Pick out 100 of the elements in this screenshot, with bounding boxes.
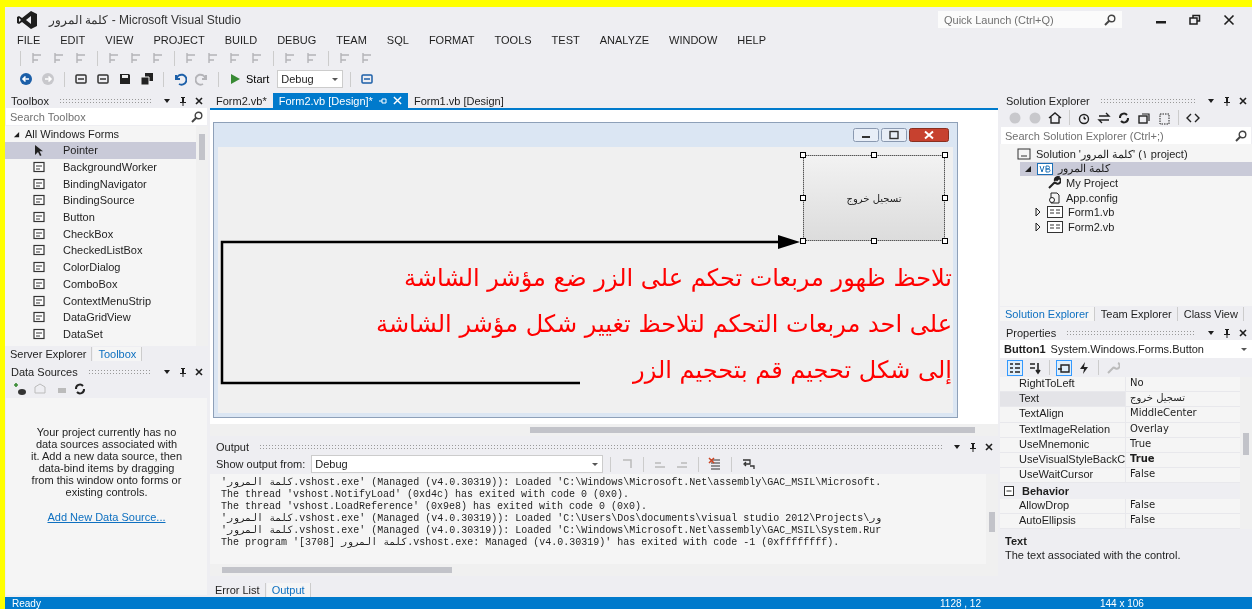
panel-tab[interactable]: Toolbox xyxy=(93,346,143,361)
property-name[interactable]: TextImageRelation xyxy=(1000,422,1126,438)
menu-item[interactable]: TEST xyxy=(551,34,580,46)
resize-handle[interactable] xyxy=(800,195,806,201)
object-selector[interactable]: Button1 System.Windows.Forms.Button xyxy=(1000,340,1252,358)
resize-handle[interactable] xyxy=(800,152,806,158)
undo-icon[interactable] xyxy=(173,72,187,86)
resize-handle[interactable] xyxy=(800,238,806,244)
menu-item[interactable]: HELP xyxy=(737,34,767,46)
panel-tab[interactable]: Class View xyxy=(1178,306,1244,321)
pin-icon[interactable] xyxy=(968,441,978,452)
close-icon[interactable] xyxy=(194,95,204,106)
menu-item[interactable]: VIEW xyxy=(105,34,134,46)
resize-handle[interactable] xyxy=(942,238,948,244)
toolbox-item[interactable]: Pointer xyxy=(5,142,196,159)
sync-icon[interactable] xyxy=(1097,110,1111,125)
configuration-dropdown[interactable]: Debug xyxy=(277,70,344,88)
dropdown-icon[interactable] xyxy=(591,460,600,468)
document-tab[interactable]: Form2.vb* xyxy=(210,93,273,108)
toolbox-item[interactable]: CheckBox xyxy=(5,225,196,243)
properties-icon[interactable] xyxy=(1057,360,1071,375)
menu-item[interactable]: FILE xyxy=(17,34,41,46)
resize-handle[interactable] xyxy=(942,152,948,158)
toolbox-search-field[interactable]: Search Toolbox xyxy=(6,108,207,125)
lightning-icon[interactable] xyxy=(1077,360,1091,375)
add-database-icon[interactable] xyxy=(13,381,27,396)
close-icon[interactable] xyxy=(1238,95,1248,106)
panel-tab[interactable]: Server Explorer xyxy=(5,346,93,361)
panel-tab[interactable]: Output xyxy=(266,582,311,597)
menu-item[interactable]: SQL xyxy=(386,34,409,46)
pin-icon[interactable] xyxy=(178,366,188,377)
property-name[interactable]: AutoEllipsis xyxy=(1000,513,1126,529)
panel-tab[interactable]: Error List xyxy=(210,582,266,597)
output-source-dropdown[interactable]: Debug xyxy=(311,455,604,473)
menu-item[interactable]: WINDOW xyxy=(669,34,718,46)
resize-handle[interactable] xyxy=(871,238,877,244)
dropdown-icon[interactable] xyxy=(331,75,340,83)
property-name[interactable]: Text xyxy=(1000,392,1126,408)
search-icon[interactable] xyxy=(1104,13,1116,26)
toolbox-item[interactable]: ColorDialog xyxy=(5,258,196,276)
collapsed-arrow-icon[interactable] xyxy=(1034,222,1042,231)
pin-icon[interactable] xyxy=(1222,327,1232,338)
expanded-arrow-icon[interactable] xyxy=(1024,164,1032,173)
collapsed-arrow-icon[interactable] xyxy=(1034,208,1042,217)
panel-tab[interactable]: Team Explorer xyxy=(1095,306,1178,321)
collapse-icon[interactable] xyxy=(1004,485,1014,496)
solution-search-field[interactable]: Search Solution Explorer (Ctrl+;) xyxy=(1001,127,1251,144)
property-category[interactable]: Behavior xyxy=(1022,484,1070,497)
tree-item[interactable]: App.config xyxy=(1030,190,1252,205)
save-all-icon[interactable] xyxy=(140,72,154,86)
menu-item[interactable]: BUILD xyxy=(224,34,258,46)
resize-handle[interactable] xyxy=(871,152,877,158)
toolbox-item[interactable]: DataSet xyxy=(5,325,196,343)
menu-item[interactable]: FORMAT xyxy=(428,34,475,46)
menu-item[interactable]: TOOLS xyxy=(494,34,532,46)
form-button[interactable]: تسجيل خروج xyxy=(803,155,945,241)
search-icon[interactable] xyxy=(1235,129,1247,142)
menu-item[interactable]: PROJECT xyxy=(153,34,205,46)
add-data-source-link[interactable]: Add New Data Source... xyxy=(47,511,166,523)
toolbox-group-header[interactable]: All Windows Forms xyxy=(5,126,196,142)
start-button[interactable]: Start xyxy=(226,73,274,85)
pin-icon[interactable] xyxy=(178,95,188,106)
toolbox-item[interactable]: BindingNavigator xyxy=(5,175,196,193)
toolbox-item[interactable]: CheckedListBox xyxy=(5,242,196,259)
property-name[interactable]: UseVisualStyleBackC xyxy=(1000,452,1126,469)
tree-item[interactable]: Form2.vb xyxy=(1030,219,1252,234)
tree-item[interactable]: My Project xyxy=(1030,176,1252,191)
collapse-all-icon[interactable] xyxy=(1137,110,1151,125)
quick-launch-input[interactable]: Quick Launch (Ctrl+Q) xyxy=(944,13,1104,26)
toolbox-item[interactable]: BindingSource xyxy=(5,192,196,209)
restore-icon[interactable] xyxy=(1189,13,1201,26)
toolbox-search-input[interactable]: Search Toolbox xyxy=(10,110,191,123)
property-name[interactable]: AllowDrop xyxy=(1000,498,1126,514)
refresh-icon[interactable] xyxy=(73,381,87,396)
clear-all-icon[interactable] xyxy=(708,457,723,471)
save-icon[interactable] xyxy=(118,72,132,86)
pin-icon[interactable] xyxy=(1222,95,1232,106)
property-name[interactable]: TextAlign xyxy=(1000,407,1126,423)
refresh-icon[interactable] xyxy=(1117,110,1131,125)
toolbox-item[interactable]: ComboBox xyxy=(5,275,196,293)
close-icon[interactable] xyxy=(1223,13,1235,26)
quick-launch-field[interactable]: Quick Launch (Ctrl+Q) xyxy=(938,11,1122,28)
tree-item[interactable]: كلمة المرور xyxy=(1020,161,1252,176)
solution-search-input[interactable]: Search Solution Explorer (Ctrl+;) xyxy=(1005,129,1235,142)
tree-item[interactable]: Solution 'كلمة المرور' (١ project) xyxy=(1000,147,1252,162)
back-icon[interactable] xyxy=(19,72,33,86)
scrollbar[interactable] xyxy=(196,126,208,346)
resize-handle[interactable] xyxy=(942,195,948,201)
close-icon[interactable] xyxy=(194,366,204,377)
expanded-arrow-icon[interactable] xyxy=(13,130,20,138)
categorized-icon[interactable] xyxy=(1008,360,1022,375)
document-tab[interactable]: Form1.vb [Design] xyxy=(407,93,510,108)
close-icon[interactable] xyxy=(1238,327,1248,338)
scrollbar[interactable] xyxy=(210,424,998,436)
close-icon[interactable] xyxy=(984,441,994,452)
search-icon[interactable] xyxy=(191,110,203,123)
home-icon[interactable] xyxy=(1048,110,1062,125)
property-name[interactable]: UseMnemonic xyxy=(1000,437,1126,453)
panel-tab[interactable]: Solution Explorer xyxy=(1000,306,1095,321)
menu-item[interactable]: TEAM xyxy=(336,34,367,46)
